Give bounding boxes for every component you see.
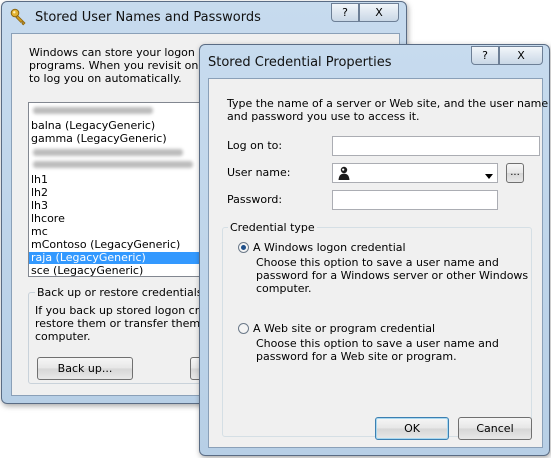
credentials-list[interactable]: balna (LegacyGeneric) gamma (LegacyGener… [28, 102, 208, 277]
windows-credential-label[interactable]: A Windows logon credential [253, 241, 406, 254]
list-item[interactable]: gamma (LegacyGeneric) [29, 133, 204, 145]
windows-credential-desc-1: Choose this option to save a user name a… [256, 256, 499, 269]
blurred-list-item [33, 149, 183, 156]
backup-text-line-2: restore them or transfer them to [35, 317, 215, 330]
web-credential-radio[interactable] [238, 323, 249, 334]
close-button[interactable]: X [499, 46, 543, 65]
chevron-down-icon[interactable] [485, 170, 493, 179]
title-bar[interactable]: Stored Credential Properties ? X [200, 45, 549, 75]
password-label: Password: [227, 193, 283, 206]
backup-text-line-3: computer. [35, 330, 91, 343]
windows-credential-desc-3: computer. [256, 282, 312, 295]
list-item[interactable]: lh3 [29, 200, 204, 212]
username-combobox[interactable] [332, 163, 498, 183]
list-item[interactable]: sce (LegacyGeneric) [29, 265, 204, 277]
instructions-line-1: Type the name of a server or Web site, a… [227, 97, 549, 110]
client-area: Type the name of a server or Web site, a… [208, 78, 548, 448]
backup-button[interactable]: Back up... [37, 357, 133, 380]
list-item[interactable]: balna (LegacyGeneric) [29, 120, 204, 132]
password-field[interactable] [332, 190, 498, 210]
browse-button[interactable]: ... [506, 163, 524, 183]
backup-text-line-1: If you back up stored logon crede [35, 304, 220, 317]
list-item[interactable]: mc [29, 226, 204, 238]
intro-text-line-3: to log you on automatically. [29, 72, 182, 85]
list-item[interactable]: lh1 [29, 174, 204, 186]
username-label: User name: [227, 166, 291, 179]
title-bar[interactable]: Stored User Names and Passwords ? X [2, 2, 406, 32]
stored-credential-properties-dialog: Stored Credential Properties ? X Type th… [199, 44, 550, 456]
windows-credential-radio[interactable] [238, 242, 249, 253]
web-credential-desc-1: Choose this option to save a user name a… [256, 337, 499, 350]
user-icon [336, 165, 352, 181]
list-item[interactable]: lhcore [29, 213, 204, 225]
web-credential-desc-2: password for a Web site or program. [256, 350, 457, 363]
ok-button[interactable]: OK [375, 417, 449, 440]
list-item-selected[interactable]: raja (LegacyGeneric) [29, 252, 204, 264]
blurred-list-item [33, 107, 153, 114]
logon-field[interactable] [332, 136, 540, 156]
close-button[interactable]: X [359, 3, 399, 22]
help-button[interactable]: ? [331, 3, 359, 22]
intro-text-line-2: programs. When you revisit one of [29, 59, 220, 72]
logon-label: Log on to: [227, 139, 283, 152]
key-icon [10, 8, 28, 26]
list-item[interactable]: lh2 [29, 187, 204, 199]
windows-credential-desc-2: password for a Windows server or other W… [256, 269, 529, 282]
backup-title: Back up or restore credentials [35, 286, 205, 299]
credential-type-label: Credential type [228, 221, 317, 234]
list-item[interactable]: mContoso (LegacyGeneric) [29, 239, 204, 251]
cancel-button[interactable]: Cancel [458, 417, 532, 440]
help-button[interactable]: ? [471, 46, 499, 65]
window-title: Stored User Names and Passwords [35, 10, 261, 25]
window-title: Stored Credential Properties [208, 55, 392, 70]
instructions-line-2: and password you use to access it. [227, 110, 420, 123]
blurred-list-item [33, 161, 193, 168]
web-credential-label[interactable]: A Web site or program credential [253, 322, 435, 335]
intro-text-line-1: Windows can store your logon cred [29, 46, 223, 59]
